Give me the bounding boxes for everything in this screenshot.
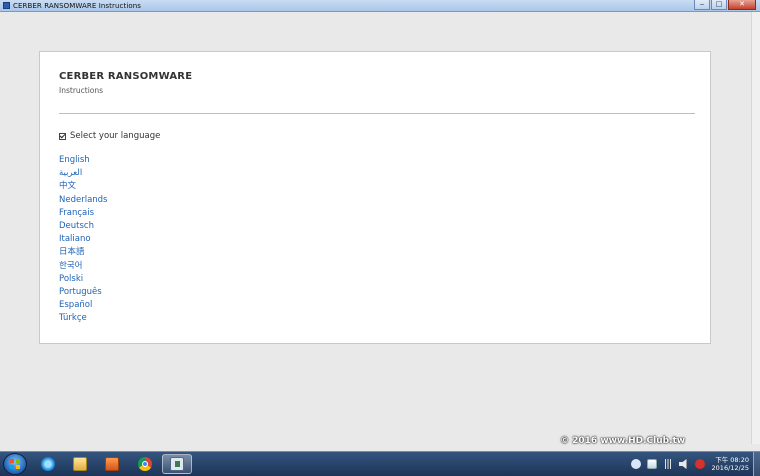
minimize-button[interactable]: ‒ — [694, 0, 710, 10]
page-title: CERBER RANSOMWARE — [59, 71, 193, 82]
watermark-text: © 2016 www.HD.Club.tw — [560, 436, 686, 446]
clock[interactable]: 下午 08:20 2016/12/25 — [712, 456, 749, 472]
language-link-french[interactable]: Français — [59, 207, 108, 220]
language-link-turkish[interactable]: Türkçe — [59, 312, 108, 325]
window-title: CERBER RANSOMWARE Instructions — [13, 1, 142, 10]
language-link-japanese[interactable]: 日本語 — [59, 246, 108, 259]
language-link-korean[interactable]: 한국어 — [59, 260, 108, 273]
flag-icon[interactable] — [646, 459, 657, 469]
language-link-english[interactable]: English — [59, 154, 108, 167]
media-player-icon[interactable] — [97, 454, 127, 474]
language-link-polish[interactable]: Polski — [59, 273, 108, 286]
chrome-icon-glyph — [138, 457, 152, 471]
language-link-spanish[interactable]: Español — [59, 299, 108, 312]
checkbox-icon — [59, 132, 66, 140]
app-icon — [3, 2, 10, 9]
maximize-button[interactable]: □ — [711, 0, 727, 10]
close-button[interactable]: ✕ — [728, 0, 756, 10]
language-link-italian[interactable]: Italiano — [59, 233, 108, 246]
network-icon[interactable] — [662, 459, 673, 469]
system-tray: 下午 08:20 2016/12/25 — [628, 452, 760, 476]
app-window-icon-glyph — [170, 457, 184, 471]
taskbar: 下午 08:20 2016/12/25 — [0, 451, 760, 476]
folder-icon[interactable] — [65, 454, 95, 474]
language-list: English العربية 中文 Nederlands Français D… — [59, 154, 108, 325]
ie-icon-glyph — [41, 457, 55, 471]
show-desktop-button[interactable] — [753, 452, 760, 476]
ie-icon[interactable] — [33, 454, 63, 474]
window-controls: ‒ □ ✕ — [693, 0, 756, 11]
chrome-icon[interactable] — [130, 454, 160, 474]
divider — [59, 113, 695, 114]
window-titlebar[interactable]: CERBER RANSOMWARE Instructions ‒ □ ✕ — [0, 0, 760, 12]
language-link-arabic[interactable]: العربية — [59, 167, 108, 180]
language-link-portuguese[interactable]: Português — [59, 286, 108, 299]
instructions-panel: CERBER RANSOMWARE Instructions Select yo… — [39, 51, 711, 344]
vertical-scrollbar[interactable] — [751, 12, 760, 444]
help-icon[interactable] — [630, 459, 641, 469]
media-player-icon-glyph — [105, 457, 119, 471]
clock-time: 下午 08:20 — [715, 456, 749, 464]
start-button[interactable] — [3, 453, 27, 475]
language-link-chinese[interactable]: 中文 — [59, 180, 108, 193]
volume-icon[interactable] — [678, 459, 687, 469]
page-subtitle: Instructions — [59, 86, 104, 95]
folder-icon-glyph — [73, 457, 87, 471]
clock-date: 2016/12/25 — [711, 464, 749, 472]
language-prompt: Select your language — [59, 131, 160, 141]
language-link-german[interactable]: Deutsch — [59, 220, 108, 233]
antivirus-icon[interactable] — [694, 459, 705, 469]
language-link-dutch[interactable]: Nederlands — [59, 194, 108, 207]
language-prompt-label: Select your language — [70, 131, 161, 141]
app-window-icon[interactable] — [162, 454, 192, 474]
